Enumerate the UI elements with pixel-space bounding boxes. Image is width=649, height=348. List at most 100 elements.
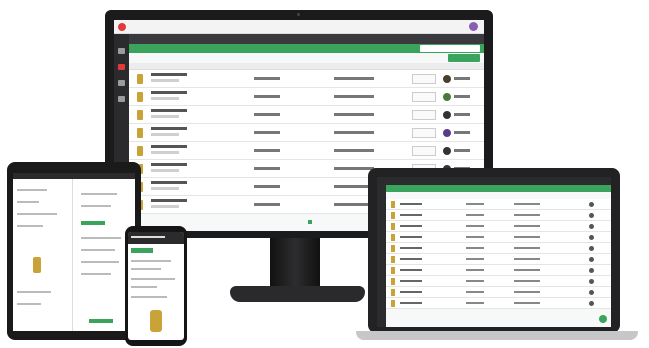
user-avatar[interactable]: [469, 22, 478, 31]
product-thumbnail: [391, 289, 395, 296]
item-name: [151, 199, 187, 202]
cell-value: [466, 269, 484, 271]
cell-value: [466, 236, 484, 238]
product-thumbnail: [391, 278, 395, 285]
tablet-screen: [13, 173, 135, 331]
status-chip[interactable]: [412, 146, 436, 156]
avatar: [443, 93, 451, 101]
product-thumbnail: [391, 245, 395, 252]
status-chip[interactable]: [412, 110, 436, 120]
cell-value: [334, 131, 374, 134]
laptop-item-table: [386, 199, 611, 309]
cell-value: [514, 236, 540, 238]
home-icon[interactable]: [118, 48, 125, 54]
search-input[interactable]: [420, 45, 480, 52]
product-thumbnail: [391, 223, 395, 230]
cell-value: [334, 95, 374, 98]
laptop-base: [356, 331, 638, 340]
add-item-button[interactable]: [448, 54, 480, 62]
tablet-save-button[interactable]: [89, 319, 113, 323]
table-row[interactable]: [386, 265, 611, 276]
monitor-stand-base: [230, 286, 365, 302]
table-row[interactable]: [129, 106, 484, 124]
phone-action-button[interactable]: [131, 248, 153, 253]
cell-value: [514, 247, 540, 249]
item-name: [151, 163, 187, 166]
status-chip[interactable]: [412, 74, 436, 84]
avatar: [589, 268, 594, 273]
product-thumbnail: [391, 256, 395, 263]
avatar: [443, 111, 451, 119]
cell-value: [514, 302, 540, 304]
table-row[interactable]: [129, 88, 484, 106]
current-page-indicator[interactable]: [308, 220, 312, 224]
cell-value: [514, 225, 540, 227]
app-title-bar: [114, 20, 484, 34]
table-row[interactable]: [386, 276, 611, 287]
cell-value: [514, 291, 540, 293]
item-name: [400, 225, 422, 227]
cell-value: [254, 185, 280, 188]
chat-icon[interactable]: [118, 80, 125, 86]
cell-value: [254, 149, 280, 152]
item-name: [151, 91, 187, 94]
item-name: [400, 291, 422, 293]
cell-value: [466, 302, 484, 304]
table-row[interactable]: [386, 287, 611, 298]
laptop: [368, 168, 620, 333]
assignee-name: [454, 77, 470, 80]
cell-value: [466, 258, 484, 260]
tablet-action-button[interactable]: [81, 221, 105, 225]
top-tab-strip: [129, 34, 484, 44]
filter-icon[interactable]: [118, 64, 125, 70]
table-row[interactable]: [386, 221, 611, 232]
table-row[interactable]: [386, 232, 611, 243]
cell-value: [514, 269, 540, 271]
avatar: [589, 213, 594, 218]
product-thumbnail: [391, 234, 395, 241]
table-row[interactable]: [386, 199, 611, 210]
item-tags: [151, 133, 179, 136]
multi-device-showcase: [0, 0, 649, 348]
brand-logo-icon[interactable]: [118, 23, 126, 31]
assignee-name: [454, 95, 470, 98]
phone-header: [128, 232, 184, 244]
status-chip[interactable]: [412, 92, 436, 102]
item-name: [151, 109, 187, 112]
item-name: [400, 269, 422, 271]
laptop-title-bar: [377, 177, 611, 185]
avatar: [589, 246, 594, 251]
cell-value: [334, 149, 374, 152]
product-thumbnail: [137, 110, 143, 120]
table-row[interactable]: [386, 254, 611, 265]
item-tags: [151, 97, 179, 100]
help-icon[interactable]: [118, 96, 125, 102]
table-row[interactable]: [129, 70, 484, 88]
assignee-name: [454, 131, 470, 134]
item-name: [400, 203, 422, 205]
item-tags: [151, 187, 179, 190]
table-row[interactable]: [129, 124, 484, 142]
cell-value: [334, 77, 374, 80]
product-thumbnail: [391, 201, 395, 208]
cell-value: [466, 203, 484, 205]
table-row[interactable]: [129, 142, 484, 160]
cell-value: [334, 113, 374, 116]
cell-value: [254, 203, 280, 206]
item-name: [400, 280, 422, 282]
cell-value: [334, 167, 374, 170]
item-name: [400, 302, 422, 304]
item-name: [151, 73, 187, 76]
table-row[interactable]: [386, 243, 611, 254]
table-header: [129, 63, 484, 70]
item-name: [400, 236, 422, 238]
avatar: [589, 290, 594, 295]
item-tags: [151, 79, 179, 82]
item-name: [400, 247, 422, 249]
table-row[interactable]: [386, 210, 611, 221]
table-row[interactable]: [386, 298, 611, 309]
product-thumbnail: [391, 300, 395, 307]
item-name: [151, 127, 187, 130]
floating-action-button[interactable]: [599, 315, 607, 323]
status-chip[interactable]: [412, 128, 436, 138]
